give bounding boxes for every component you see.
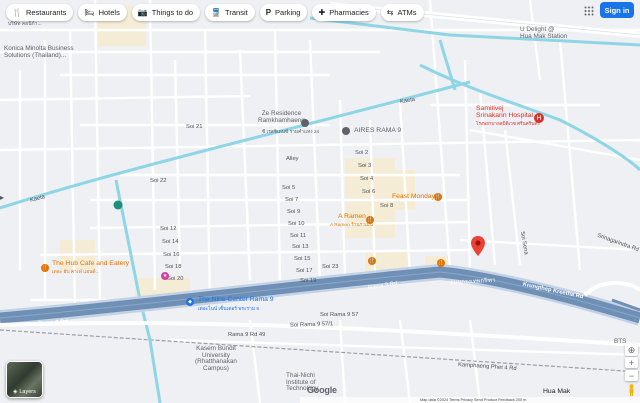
map-canvas[interactable]: Krungthep Kreetha Rd Rama 9 Rd Rama 9 Rd… [0,0,640,403]
layers-button[interactable]: ◈ Layers [6,361,43,398]
pegman-icon[interactable] [627,384,636,396]
google-logo: Google [307,385,337,395]
place-hub-cafe[interactable]: The Hub Cafe and Eatery [52,260,129,267]
pharmacy-icon: ✚ [318,7,326,17]
sign-in-button[interactable]: Sign in [600,2,634,18]
category-chip-bar: 🍴 Restaurants 🛏 Hotels 📷 Things to do 🚆 Tran… [6,4,424,21]
road-label-rama9-49: Rama 9 Rd 49 [228,332,266,338]
soi-label: Soi 22 [150,178,167,184]
chip-pharmacies[interactable]: ✚ Pharmacies [312,4,376,21]
soi-label: Soi 8 [380,203,394,209]
soi-label: Soi 12 [160,226,177,232]
place-ze-residence-th: ซี เรสซิเดนซ์ รามคำแหง 24 [262,130,320,135]
chip-label: Restaurants [25,8,67,17]
place-nine-center-th: เดอะไนน์ เซ็นเตอร์ พระราม 9 [198,307,259,312]
shopping-bag-icon[interactable]: ◆ [186,298,194,306]
soi-label: Soi 16 [163,252,180,258]
chip-label: ATMs [397,8,417,17]
place-hub-cafe-th: เดอะ ฮับ คาเฟ่ แอนด์... [52,270,100,275]
apps-grid-icon[interactable] [581,3,597,19]
layers-label: Layers [19,389,36,395]
soi-label: Soi 21 [186,124,203,130]
place-nine-center[interactable]: The Nine Center Rama 9 [198,296,274,303]
place-feast-monday[interactable]: Feast Monday [392,193,435,200]
hotel-icon: 🛏 [84,7,95,17]
parking-icon: P [265,7,272,17]
soi-label: Soi 15 [294,256,311,262]
place-kasem-bundit[interactable]: Kasem Bundit University (Rhatthanakan Ca… [195,345,237,373]
place-konica-th: บริษัท คอนิก้า... [8,21,42,27]
road-label-soi-57: Soi Rama 9 57 [320,312,359,318]
chip-things-to-do[interactable]: 📷 Things to do [131,4,201,21]
soi-label: Soi 6 [362,189,376,195]
soi-label: Soi 18 [165,264,182,270]
compass-button[interactable]: ⊕ [625,344,638,356]
chip-label: Pharmacies [329,8,369,17]
shopping-icon[interactable]: ★ [161,272,169,280]
hospital-icon[interactable]: H [534,113,544,123]
soi-label: Soi 4 [360,176,374,182]
layers-icon: ◈ [13,389,18,395]
place-hua-mak[interactable]: Hua Mak [543,388,570,395]
restaurant-icon-hub[interactable]: 🍴 [41,264,49,272]
soi-label: Soi 23 [322,264,339,270]
soi-label: Soi 17 [296,268,313,274]
place-samitivej[interactable]: Samitivej Srinakarin Hospital [476,105,533,119]
camera-icon: 📷 [137,7,148,17]
soi-label: Soi 19 [300,278,317,284]
transit-poi-marker [113,200,123,210]
soi-label: Soi 2 [355,150,369,156]
google-logo-text: Google [307,385,337,395]
restaurant-icon: 🍴 [12,7,22,17]
soi-label: Soi 10 [288,221,305,227]
chip-transit[interactable]: 🚆 Transit [205,4,255,21]
place-udelight[interactable]: U Delight @ Hua Mak Station [520,26,567,40]
place-a-ramen[interactable]: A Ramen [338,213,366,220]
chip-label: Hotels [98,8,120,17]
map-footer: Map data ©2024 Terms Privacy Send Produc… [300,397,640,403]
restaurant-icon-a-ramen[interactable]: 🍴 [366,216,374,224]
zoom-in-button[interactable]: + [625,357,638,368]
road-label-alley: Alley [286,156,299,162]
place-konica[interactable]: Konica Minolta Business Solutions (Thail… [4,45,74,59]
soi-label: Soi 11 [290,233,307,239]
chip-label: Things to do [151,8,194,17]
soi-label: Soi 20 [167,276,184,282]
soi-label: Soi 9 [287,209,301,215]
soi-label: Soi 14 [162,239,179,245]
atm-icon: ⇆ [386,7,394,17]
train-icon: 🚆 [211,7,222,17]
soi-label: Soi 7 [285,197,299,203]
footer-text: Map data ©2024 Terms Privacy Send Produc… [420,398,527,402]
soi-label: Soi 5 [282,185,296,191]
place-aires-rama9[interactable]: AIRES RAMA 9 [354,127,401,134]
soi-label: Soi 3 [358,163,372,169]
chip-atms[interactable]: ⇆ ATMs [380,4,424,21]
restaurant-icon-2[interactable]: 🍴 [437,259,445,267]
expand-side-panel-icon[interactable]: ▸ [0,193,4,202]
restaurant-icon-1[interactable]: 🍴 [368,257,376,265]
place-samitivej-th: โรงพยาบาลสมิติเวช ศรีนครินทร์ [476,121,540,126]
zoom-out-button[interactable]: − [625,370,638,381]
place-ze-residence[interactable]: Ze Residence Ramkhamhaeng [258,110,305,124]
chip-label: Parking [275,8,301,17]
restaurant-icon-feast[interactable]: 🍴 [434,193,442,201]
soi-label: Soi 13 [292,244,309,250]
chip-hotels[interactable]: 🛏 Hotels [78,4,127,21]
chip-label: Transit [225,8,248,17]
chip-parking[interactable]: P Parking [259,4,308,21]
location-pin-icon[interactable] [471,236,485,256]
chip-restaurants[interactable]: 🍴 Restaurants [6,4,74,21]
